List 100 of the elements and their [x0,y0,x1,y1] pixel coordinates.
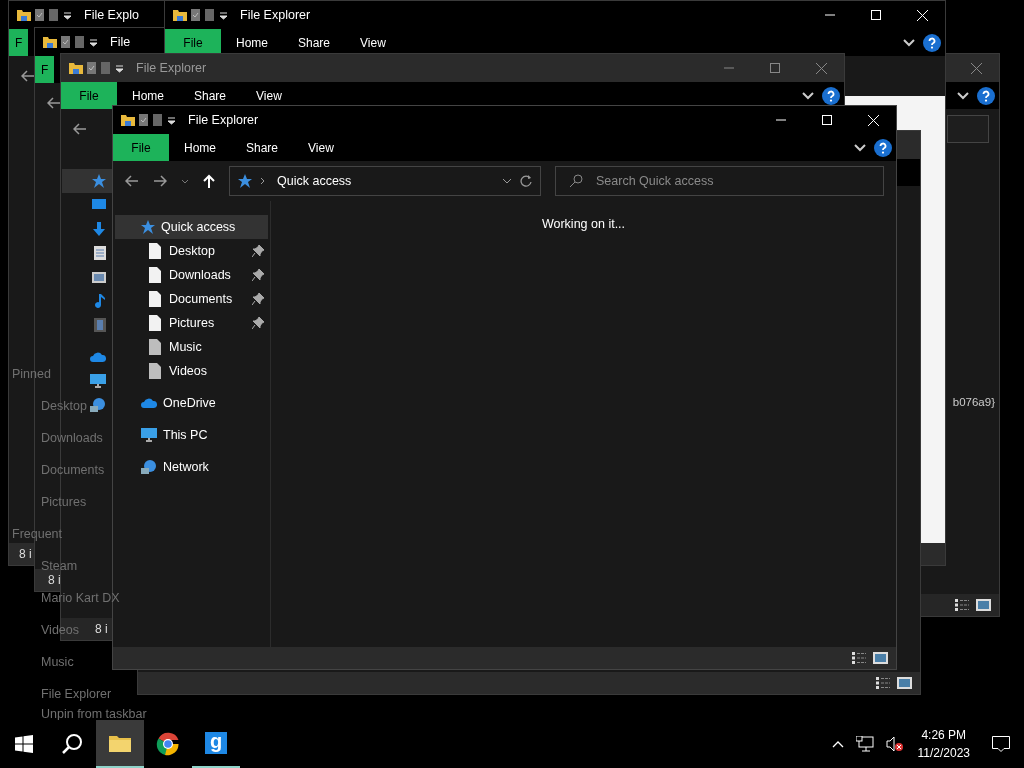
ribbon-tab[interactable]: Home [169,134,231,161]
speaker-icon[interactable] [885,736,904,752]
help-icon[interactable] [977,86,995,105]
ribbon-tab[interactable]: View [345,29,401,56]
window-title: File Explorer [188,113,259,127]
nav-item[interactable]: Downloads [115,263,268,287]
clock[interactable]: 4:26 PM 11/2/2023 [917,726,970,762]
cloud-icon [90,352,106,362]
ribbon-tab[interactable]: Share [231,134,294,161]
close-icon [815,62,827,74]
network-icon[interactable] [855,736,874,752]
search-field[interactable]: Search Quick access [555,166,884,196]
address-bar[interactable]: Quick access [229,166,541,196]
nav-label: OneDrive [163,396,216,410]
ribbon-tab[interactable]: F [9,29,29,56]
chevron-icon[interactable] [957,91,969,100]
back-arrow-icon[interactable] [125,175,139,187]
music-note-icon [94,293,106,309]
desktop-icon [92,199,106,211]
window-title: File Explorer [240,8,311,22]
nav-item[interactable]: Quick access [115,215,268,239]
notification-icon[interactable] [992,736,1010,752]
ribbon-tab[interactable]: View [293,134,349,161]
ribbon-tab[interactable]: Share [283,29,346,56]
chevron-icon[interactable] [802,91,814,100]
jump-list-item[interactable]: Videos [41,622,79,638]
download-arrow-icon [92,222,106,236]
details-view-icon[interactable] [851,651,867,665]
jump-list-item[interactable]: Steam [41,558,78,574]
jump-list-item[interactable]: Downloads [41,430,103,446]
nav-item[interactable]: Music [115,335,268,359]
ribbon-tab[interactable]: Home [221,29,283,56]
back-arrow-icon[interactable] [47,97,61,109]
nav-item[interactable]: OneDrive [115,391,268,415]
details-view-icon[interactable] [954,598,970,612]
window-title: File [110,35,131,49]
ribbon-tab[interactable]: View [241,82,297,109]
nav-label: Desktop [169,244,215,258]
help-icon[interactable] [874,138,892,157]
pin-icon[interactable] [252,293,264,305]
jump-list-item[interactable]: Unpin from taskbar [41,706,147,720]
taskbar-app[interactable]: g [192,720,240,768]
monitor-icon [141,428,157,442]
chevron-up-icon[interactable] [831,740,844,748]
chevron-icon[interactable] [854,143,866,152]
refresh-icon[interactable] [520,175,532,187]
cloud-icon [141,398,157,408]
nav-item[interactable]: Network [115,455,268,479]
ribbon-tab[interactable]: F [35,56,55,83]
nav-label: Pictures [169,316,215,330]
chevron-icon[interactable] [903,38,915,47]
address-path: Quick access [277,174,352,188]
nav-item[interactable]: This PC [115,423,268,447]
thumbnail-view-icon[interactable] [873,652,888,664]
jump-list-item[interactable]: Desktop [41,398,87,414]
jump-list-item[interactable]: Documents [41,462,105,478]
jump-list-item[interactable]: Mario Kart DX [41,590,120,606]
nav-item[interactable]: Desktop [115,239,268,263]
globe-network-icon [90,397,106,413]
nav-label: Music [169,340,202,354]
document-icon [94,246,106,260]
nav-item[interactable]: Videos [115,359,268,383]
taskbar-app[interactable] [96,720,144,768]
up-arrow-icon[interactable] [203,174,215,188]
pin-icon[interactable] [252,269,264,281]
thumbnail-view-icon[interactable] [897,677,912,689]
clock-date: 11/2/2023 [917,745,970,762]
nav-item[interactable]: Pictures [115,311,268,335]
pin-icon[interactable] [252,317,264,329]
ribbon-tab[interactable]: Home [117,82,179,109]
windows-logo-icon [15,735,33,753]
nav-item[interactable]: Documents [115,287,268,311]
star-icon [92,174,106,188]
ribbon-tab[interactable]: Share [179,82,242,109]
help-icon[interactable] [822,86,840,105]
close-icon [916,9,928,21]
nav-label: This PC [163,428,208,442]
jump-list-item[interactable]: Music [41,654,74,670]
back-arrow-icon[interactable] [73,123,87,135]
search-field[interactable] [947,115,989,143]
jump-list-item[interactable]: File Explorer [41,686,112,702]
pin-icon[interactable] [252,245,264,257]
help-icon[interactable] [923,33,941,52]
browser-icon [156,732,180,756]
maximize-icon [770,63,780,73]
thumbnail-view-icon[interactable] [976,599,991,611]
forward-arrow-icon[interactable] [153,175,167,187]
back-arrow-icon[interactable] [21,70,35,82]
nav-label: Videos [169,364,207,378]
note-text: b076a9} [952,395,996,408]
details-view-icon[interactable] [875,676,891,690]
folder-icon [109,734,131,752]
monitor-icon [90,374,106,388]
recent-caret-icon[interactable] [181,178,189,184]
close-icon [867,114,879,126]
maximize-icon [822,115,832,125]
jump-list-item[interactable]: Pictures [41,494,87,510]
globe-network-icon [141,459,157,475]
dropdown-caret-icon[interactable] [502,178,512,184]
nav-label: Documents [169,292,233,306]
